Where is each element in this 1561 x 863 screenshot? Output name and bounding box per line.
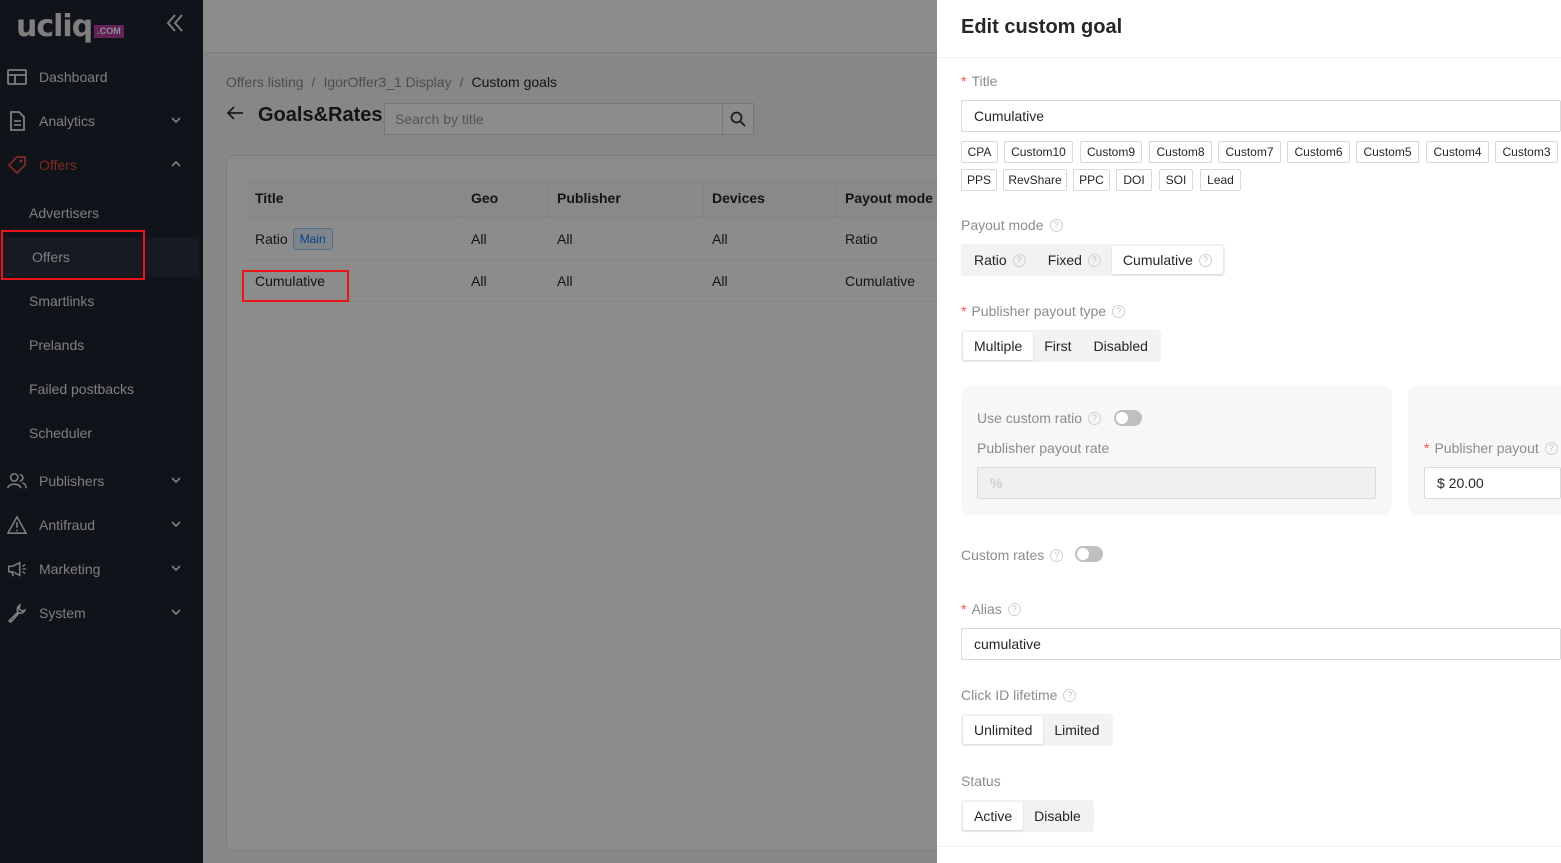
goal-chip-custom5[interactable]: Custom5 xyxy=(1356,141,1419,163)
status-disable[interactable]: Disable xyxy=(1023,802,1092,830)
goal-chip-doi[interactable]: DOI xyxy=(1116,169,1152,191)
publisher-payout-input[interactable]: $ 20.00 xyxy=(1424,467,1561,499)
goal-chip-cpa[interactable]: CPA xyxy=(961,141,998,163)
goal-chip-custom10[interactable]: Custom10 xyxy=(1004,141,1073,163)
payout-mode-label: Payout mode? xyxy=(961,217,1063,233)
custom-rates-toggle[interactable] xyxy=(1075,546,1103,562)
goal-chip-custom6[interactable]: Custom6 xyxy=(1287,141,1350,163)
goal-chip-custom3[interactable]: Custom3 xyxy=(1495,141,1558,163)
goal-chip-revshare[interactable]: RevShare xyxy=(1003,169,1067,191)
help-icon: ? xyxy=(1049,218,1063,232)
status-label: Status xyxy=(961,773,1001,789)
help-icon: ? xyxy=(1050,548,1064,562)
title-label: * Title xyxy=(961,73,998,89)
click-id-lifetime-segmented: Unlimited Limited xyxy=(961,714,1113,746)
payout-mode-cumulative[interactable]: Cumulative? xyxy=(1111,246,1223,274)
click-lifetime-unlimited[interactable]: Unlimited xyxy=(963,716,1044,744)
goal-chip-lead[interactable]: Lead xyxy=(1200,169,1241,191)
click-lifetime-limited[interactable]: Limited xyxy=(1043,716,1110,744)
payout-mode-ratio[interactable]: Ratio? xyxy=(963,246,1037,274)
help-icon: ? xyxy=(1088,411,1102,425)
highlight-box-cumulative xyxy=(242,270,349,302)
goal-chip-custom8[interactable]: Custom8 xyxy=(1149,141,1212,163)
drawer-title: Edit custom goal xyxy=(961,16,1123,38)
click-id-lifetime-label: Click ID lifetime? xyxy=(961,687,1077,703)
help-icon: ? xyxy=(1544,441,1558,455)
help-icon: ? xyxy=(1112,304,1126,318)
alias-input[interactable]: cumulative xyxy=(961,628,1561,660)
use-custom-ratio-label: Use custom ratio? xyxy=(977,410,1102,426)
status-active[interactable]: Active xyxy=(963,802,1024,830)
publisher-payout-rate-label: Publisher payout rate xyxy=(977,440,1110,456)
help-icon: ? xyxy=(1198,253,1212,267)
payout-type-multiple[interactable]: Multiple xyxy=(963,332,1034,360)
drawer-header: Edit custom goal xyxy=(937,0,1561,58)
payout-mode-segmented: Ratio? Fixed? Cumulative? xyxy=(961,244,1225,276)
help-icon: ? xyxy=(1063,688,1077,702)
use-custom-ratio-toggle[interactable] xyxy=(1114,410,1142,426)
publisher-payout-type-label: * Publisher payout type? xyxy=(961,303,1126,319)
payout-type-first[interactable]: First xyxy=(1033,332,1082,360)
goal-chip-custom4[interactable]: Custom4 xyxy=(1426,141,1489,163)
custom-rates-label: Custom rates? xyxy=(961,547,1064,563)
help-icon: ? xyxy=(1087,253,1101,267)
title-input[interactable]: Cumulative xyxy=(961,100,1561,132)
goal-chip-soi[interactable]: SOI xyxy=(1159,169,1193,191)
help-icon: ? xyxy=(1007,602,1021,616)
goal-chip-ppc[interactable]: PPC xyxy=(1073,169,1110,191)
alias-label: * Alias? xyxy=(961,601,1021,617)
publisher-payout-type-segmented: Multiple First Disabled xyxy=(961,330,1161,362)
payout-type-disabled[interactable]: Disabled xyxy=(1082,332,1158,360)
publisher-payout-label: * Publisher payout? xyxy=(1424,440,1558,456)
publisher-payout-rate-input[interactable]: % xyxy=(977,467,1376,499)
goal-chip-pps[interactable]: PPS xyxy=(961,169,997,191)
payout-mode-fixed[interactable]: Fixed? xyxy=(1037,246,1112,274)
modal-overlay[interactable] xyxy=(0,0,937,863)
drawer-footer-divider xyxy=(937,846,1561,847)
status-segmented: Active Disable xyxy=(961,800,1094,832)
help-icon: ? xyxy=(1012,253,1026,267)
highlight-box-offers xyxy=(1,230,145,280)
goal-chip-custom7[interactable]: Custom7 xyxy=(1218,141,1281,163)
goal-chip-custom9[interactable]: Custom9 xyxy=(1080,141,1142,163)
